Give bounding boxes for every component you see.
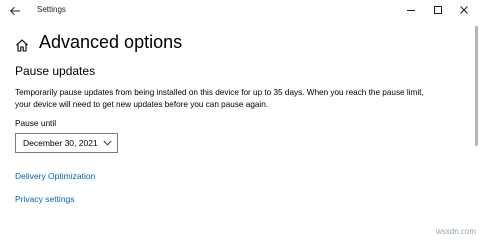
page-title: Advanced options — [39, 32, 183, 52]
delivery-optimization-link[interactable]: Delivery Optimization — [15, 171, 95, 181]
scrollbar-thumb[interactable] — [475, 26, 478, 146]
pause-description-line-1: Temporarily pause updates from being ins… — [15, 88, 424, 97]
selected-date: December 30, 2021 — [23, 138, 98, 148]
watermark: wsxdn.com — [436, 227, 477, 236]
back-arrow-icon[interactable] — [6, 3, 24, 19]
title-bar: Settings — [0, 0, 480, 22]
minimize-icon[interactable] — [404, 3, 418, 17]
chevron-down-icon — [103, 140, 112, 146]
pause-description: Temporarily pause updates from being ins… — [15, 87, 475, 111]
maximize-icon[interactable] — [431, 3, 445, 17]
scrollbar[interactable] — [474, 26, 478, 210]
close-icon[interactable] — [457, 3, 471, 17]
window-title: Settings — [37, 5, 66, 14]
section-heading-pause-updates: Pause updates — [15, 64, 96, 78]
pause-description-line-2: your device will need to get new updates… — [15, 100, 269, 109]
pause-until-dropdown[interactable]: December 30, 2021 — [15, 133, 118, 153]
pause-until-label: Pause until — [15, 118, 57, 128]
privacy-settings-link[interactable]: Privacy settings — [15, 194, 75, 204]
home-icon — [16, 39, 28, 52]
